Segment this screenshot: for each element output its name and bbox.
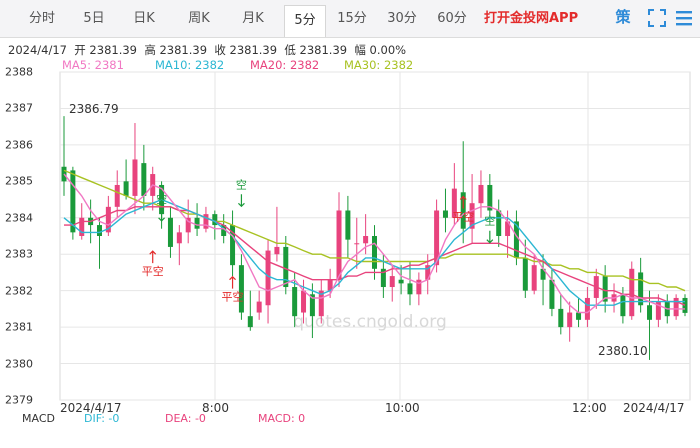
candle-body xyxy=(389,276,395,288)
dif-label: DIF: -0 xyxy=(84,412,120,425)
candle-body xyxy=(123,181,129,196)
candle-body xyxy=(576,312,582,320)
candle-body xyxy=(238,265,244,313)
signal-marker: 空 xyxy=(484,214,495,244)
candle-body xyxy=(167,217,173,247)
candle-body xyxy=(584,297,590,320)
macd-label: MACD xyxy=(22,412,55,425)
candle-body xyxy=(114,184,120,207)
candle-body xyxy=(354,243,360,245)
x-label-12: 12:00 xyxy=(572,401,607,415)
candle-body xyxy=(638,272,644,306)
signal-marker: 平空 xyxy=(142,250,164,278)
candle-body xyxy=(629,268,635,317)
candle-body xyxy=(256,301,262,313)
candle-body xyxy=(96,225,102,236)
x-label-10: 10:00 xyxy=(385,401,420,415)
candle-body xyxy=(79,217,85,236)
up-arrow-icon xyxy=(149,250,157,264)
candle-body xyxy=(567,312,573,328)
candle-body xyxy=(301,290,307,313)
candle-body xyxy=(176,232,182,244)
candle-body xyxy=(531,265,537,291)
candle-body xyxy=(194,217,200,229)
down-arrow-icon xyxy=(486,230,494,244)
candle-body xyxy=(292,287,298,317)
down-arrow-icon xyxy=(238,194,245,208)
candle-body xyxy=(372,236,377,269)
candle-body xyxy=(558,308,564,328)
dea-label: DEA: -0 xyxy=(165,412,206,425)
signal-label: 空 xyxy=(156,192,167,206)
signal-label: 空 xyxy=(484,214,495,228)
signal-label: 平空 xyxy=(222,290,244,304)
macd-value-label: MACD: 0 xyxy=(258,412,306,425)
up-arrow-icon xyxy=(229,275,236,289)
min-price-label: 2380.10 xyxy=(598,344,648,358)
candle-body xyxy=(620,294,626,317)
max-price-label: 2386.79 xyxy=(69,102,119,116)
candle-body xyxy=(345,210,351,240)
candle-body xyxy=(132,159,138,196)
candle-body xyxy=(442,210,448,218)
candle-body xyxy=(647,305,653,320)
signal-label: 平空 xyxy=(452,209,474,223)
candle-body xyxy=(274,246,280,255)
candle-body xyxy=(522,257,528,291)
watermark-text: quotes.cngold.org xyxy=(293,312,446,332)
x-label-8: 8:00 xyxy=(202,401,229,415)
candle-body xyxy=(265,250,271,306)
candle-body xyxy=(363,236,369,244)
candle-body xyxy=(673,297,679,317)
x-label-end: 2024/4/17 xyxy=(623,401,685,415)
candle-body xyxy=(398,279,404,284)
candle-body xyxy=(407,283,413,295)
candle-body xyxy=(247,316,253,328)
candlestick-chart[interactable]: quotes.cngold.org2386.792380.10平空空平空空平空空 xyxy=(0,0,700,448)
candle-body xyxy=(496,210,502,236)
candle-body xyxy=(336,210,342,280)
signal-marker: 空 xyxy=(236,177,247,208)
candle-body xyxy=(141,163,147,196)
signal-label: 空 xyxy=(236,177,247,191)
candle-body xyxy=(478,184,484,204)
signal-label: 平空 xyxy=(142,264,164,278)
candle-body xyxy=(682,297,688,313)
candle-body xyxy=(549,279,555,309)
